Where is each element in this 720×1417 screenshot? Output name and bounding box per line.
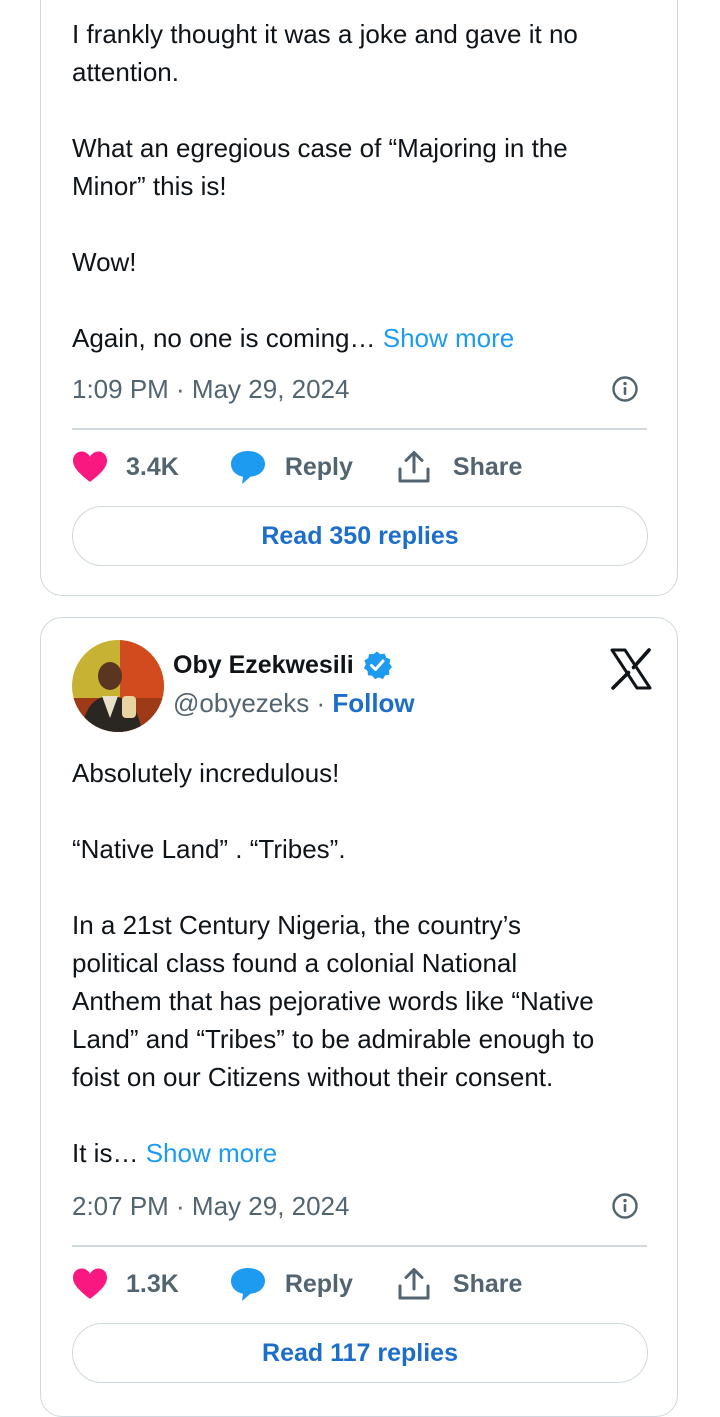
follow-button[interactable]: Follow (332, 688, 414, 718)
reply-button[interactable]: Reply (229, 1266, 353, 1302)
tweet-text: Absolutely incredulous! “Native Land” . … (72, 754, 652, 1172)
tweet-paragraph: Absolutely incredulous! (72, 758, 340, 788)
tweet-meta: 1:09 PM · May 29, 2024 (72, 369, 647, 409)
like-button[interactable]: 1.3K (72, 1267, 179, 1301)
speech-bubble-icon (230, 451, 265, 484)
reply-button[interactable]: Reply (229, 449, 353, 485)
avatar[interactable] (72, 640, 164, 732)
read-replies-button[interactable]: Read 117 replies (72, 1323, 648, 1383)
reply-label: Reply (284, 452, 353, 481)
like-count: 1.3K (126, 1269, 179, 1298)
heart-icon (73, 1268, 107, 1299)
like-count: 3.4K (126, 452, 179, 481)
avatar-image (72, 640, 164, 732)
share-icon (398, 451, 430, 483)
info-icon[interactable] (611, 375, 639, 403)
tweet-actions: 3.4K Reply Share (72, 445, 647, 489)
tweet-paragraph-last: It is… Show more (72, 1134, 652, 1172)
tweet-actions: 1.3K Reply Share (72, 1262, 647, 1306)
divider (72, 428, 647, 430)
verified-badge-icon (363, 651, 392, 680)
share-label: Share (452, 1269, 523, 1298)
share-label: Share (452, 452, 523, 481)
read-replies-button[interactable]: Read 350 replies (72, 506, 648, 566)
tweet-paragraph: I frankly thought it was a joke and gave… (72, 19, 578, 87)
like-button[interactable]: 3.4K (72, 450, 179, 484)
author-name-row[interactable]: Oby Ezekwesili (173, 650, 392, 680)
divider (72, 1245, 647, 1247)
author-name: Oby Ezekwesili (173, 650, 354, 679)
tweet-paragraph: In a 21st Century Nigeria, the country’s… (72, 910, 595, 1092)
x-logo-icon[interactable] (610, 648, 652, 690)
tweet-text: I frankly thought it was a joke and gave… (72, 15, 652, 357)
speech-bubble-icon (230, 1268, 265, 1301)
show-more-link[interactable]: Show more (383, 323, 515, 353)
timestamp[interactable]: 2:07 PM · May 29, 2024 (72, 1191, 349, 1221)
tweet-paragraph: “Native Land” . “Tribes”. (72, 834, 346, 864)
separator-dot: · (309, 688, 333, 718)
tweet-paragraph: Wow! (72, 247, 137, 277)
timestamp[interactable]: 1:09 PM · May 29, 2024 (72, 374, 349, 404)
tweet-paragraph: What an egregious case of “Majoring in t… (72, 133, 568, 201)
tweet-card: I frankly thought it was a joke and gave… (40, 0, 678, 596)
share-button[interactable]: Share (397, 450, 522, 484)
author-handle-row: @obyezeks · Follow (173, 688, 415, 719)
tweet-card: Oby Ezekwesili @obyezeks · Follow Absolu… (40, 617, 678, 1417)
heart-icon (73, 451, 107, 482)
info-icon[interactable] (611, 1192, 639, 1220)
author-handle[interactable]: @obyezeks (173, 688, 309, 718)
reply-label: Reply (284, 1269, 353, 1298)
tweet-truncated-text: It is… (72, 1138, 139, 1168)
share-icon (398, 1268, 430, 1300)
tweet-truncated-text: Again, no one is coming… (72, 323, 376, 353)
show-more-link[interactable]: Show more (146, 1138, 278, 1168)
tweet-paragraph-last: Again, no one is coming… Show more (72, 319, 652, 357)
share-button[interactable]: Share (397, 1267, 522, 1301)
tweet-meta: 2:07 PM · May 29, 2024 (72, 1186, 647, 1226)
tweet-author: Oby Ezekwesili @obyezeks · Follow (72, 640, 652, 736)
